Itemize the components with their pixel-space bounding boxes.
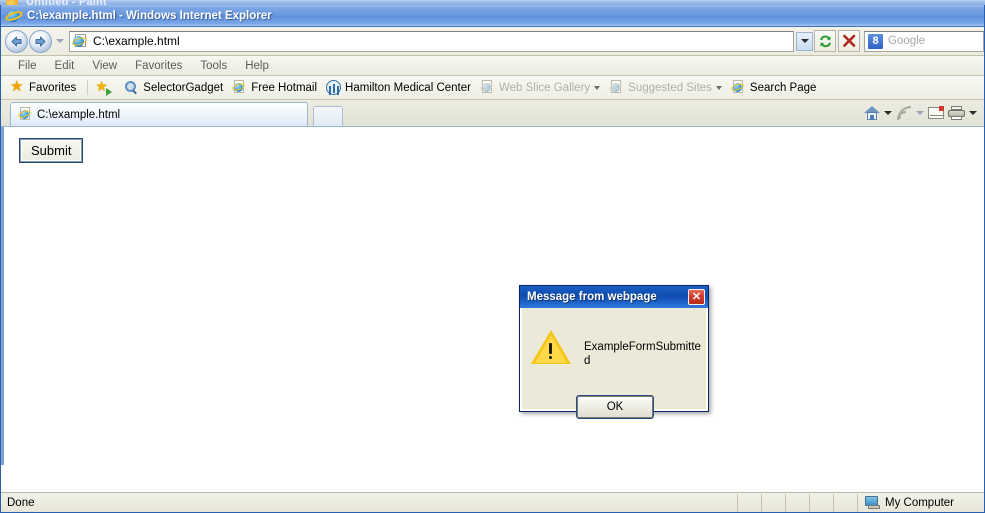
chevron-down-icon [55,39,64,43]
add-to-favorites-icon: ★ [95,78,113,96]
status-cell [810,493,834,512]
favorite-label: Web Slice Gallery [498,81,591,94]
address-input[interactable]: C:\example.html [69,30,794,52]
internet-explorer-icon [17,107,33,122]
warning-triangle-icon [531,330,571,366]
menu-item-help[interactable]: Help [236,60,278,72]
status-cell [786,493,810,512]
tab-label: C:\example.html [37,108,121,121]
add-to-favorites-button[interactable]: ★ [95,78,115,96]
screen: Untitled - Paint C:\example.html - Windo… [0,0,985,513]
tab-bar: C:\example.html [1,100,984,127]
close-icon[interactable]: ✕ [688,289,705,305]
favorites-button-label: Favorites [29,81,77,94]
dialog-body: ExampleFormSubmitted OK [520,308,708,419]
new-tab-button[interactable] [313,106,343,126]
status-cell [834,493,858,512]
favorite-label: Free Hotmail [251,81,318,94]
ok-button[interactable]: OK [576,395,654,419]
history-dropdown-button[interactable] [53,31,66,51]
search-input[interactable]: 8 Google [864,30,984,52]
google-logo-icon: 8 [868,33,883,49]
chevron-down-icon[interactable] [715,85,722,90]
internet-explorer-window: C:\example.html - Windows Internet Explo… [0,5,985,513]
page-content: Submit [1,127,984,465]
favorite-selectorgadget[interactable]: SelectorGadget [124,80,223,95]
address-url-text: C:\example.html [93,34,180,48]
status-text: Done [1,493,738,512]
favorite-free-hotmail[interactable]: Free Hotmail [231,80,318,95]
favorite-label: SelectorGadget [143,81,224,94]
favorite-label: Search Page [749,81,817,94]
status-bar: Done My Computer [1,492,984,512]
rss-feed-icon[interactable] [893,103,914,123]
search-placeholder: Google [888,35,926,47]
stop-button[interactable] [838,30,860,52]
my-computer-icon [865,496,880,509]
forward-arrow-icon[interactable] [29,29,52,53]
dialog-titlebar[interactable]: Message from webpage ✕ [520,286,708,308]
chevron-down-icon[interactable] [594,85,601,90]
menu-item-edit[interactable]: Edit [46,60,84,72]
internet-explorer-icon [730,80,746,95]
internet-explorer-icon [479,80,495,95]
status-cell [738,493,762,512]
toolbar-divider [87,80,89,95]
favorite-web-slice-gallery[interactable]: Web Slice Gallery [479,80,601,95]
favorite-suggested-sites[interactable]: Suggested Sites [608,80,722,95]
security-zone-label: My Computer [885,496,955,509]
magnifier-icon [124,80,139,95]
internet-explorer-icon [608,80,624,95]
address-bar: C:\example.html 8 Google [1,27,984,56]
menu-bar: File Edit View Favorites Tools Help [1,56,984,76]
chevron-down-icon [800,39,809,43]
favorite-label: Suggested Sites [628,81,712,94]
menu-item-tools[interactable]: Tools [191,60,236,72]
favorites-button[interactable]: Favorites [10,80,76,95]
internet-explorer-icon [231,80,247,95]
window-title: C:\example.html - Windows Internet Explo… [27,9,272,22]
print-icon[interactable] [946,103,967,123]
home-icon[interactable] [861,103,882,123]
menu-item-favorites[interactable]: Favorites [126,60,191,72]
mail-icon[interactable] [925,103,946,123]
message-dialog: Message from webpage ✕ ExampleFormSubmit… [519,285,709,419]
favorite-label: Hamilton Medical Center [345,81,471,94]
print-dropdown-button[interactable] [967,103,978,123]
dialog-message: ExampleFormSubmitted [584,341,701,367]
dialog-title: Message from webpage [527,291,657,303]
star-icon [10,80,25,95]
window-titlebar[interactable]: C:\example.html - Windows Internet Explo… [1,5,984,27]
refresh-button[interactable] [814,30,836,52]
favorite-search-page[interactable]: Search Page [730,80,817,95]
status-cell [762,493,786,512]
favorites-bar: Favorites ★ SelectorGadget Free Hotmail [1,76,984,100]
tab-bar-tools [861,103,978,123]
tab-example-html[interactable]: C:\example.html [10,102,308,126]
submit-button[interactable]: Submit [18,138,84,163]
favorite-hamilton-medical-center[interactable]: Hamilton Medical Center [326,80,471,95]
rss-dropdown-button[interactable] [914,103,925,123]
security-zone[interactable]: My Computer [858,494,984,512]
home-dropdown-button[interactable] [882,103,893,123]
address-dropdown-button[interactable] [796,31,813,51]
vitruvian-man-icon [326,80,342,95]
menu-item-file[interactable]: File [9,60,46,72]
page-icon [71,33,89,49]
back-arrow-icon[interactable] [5,29,28,53]
menu-item-view[interactable]: View [83,60,126,72]
internet-explorer-icon [4,8,24,24]
